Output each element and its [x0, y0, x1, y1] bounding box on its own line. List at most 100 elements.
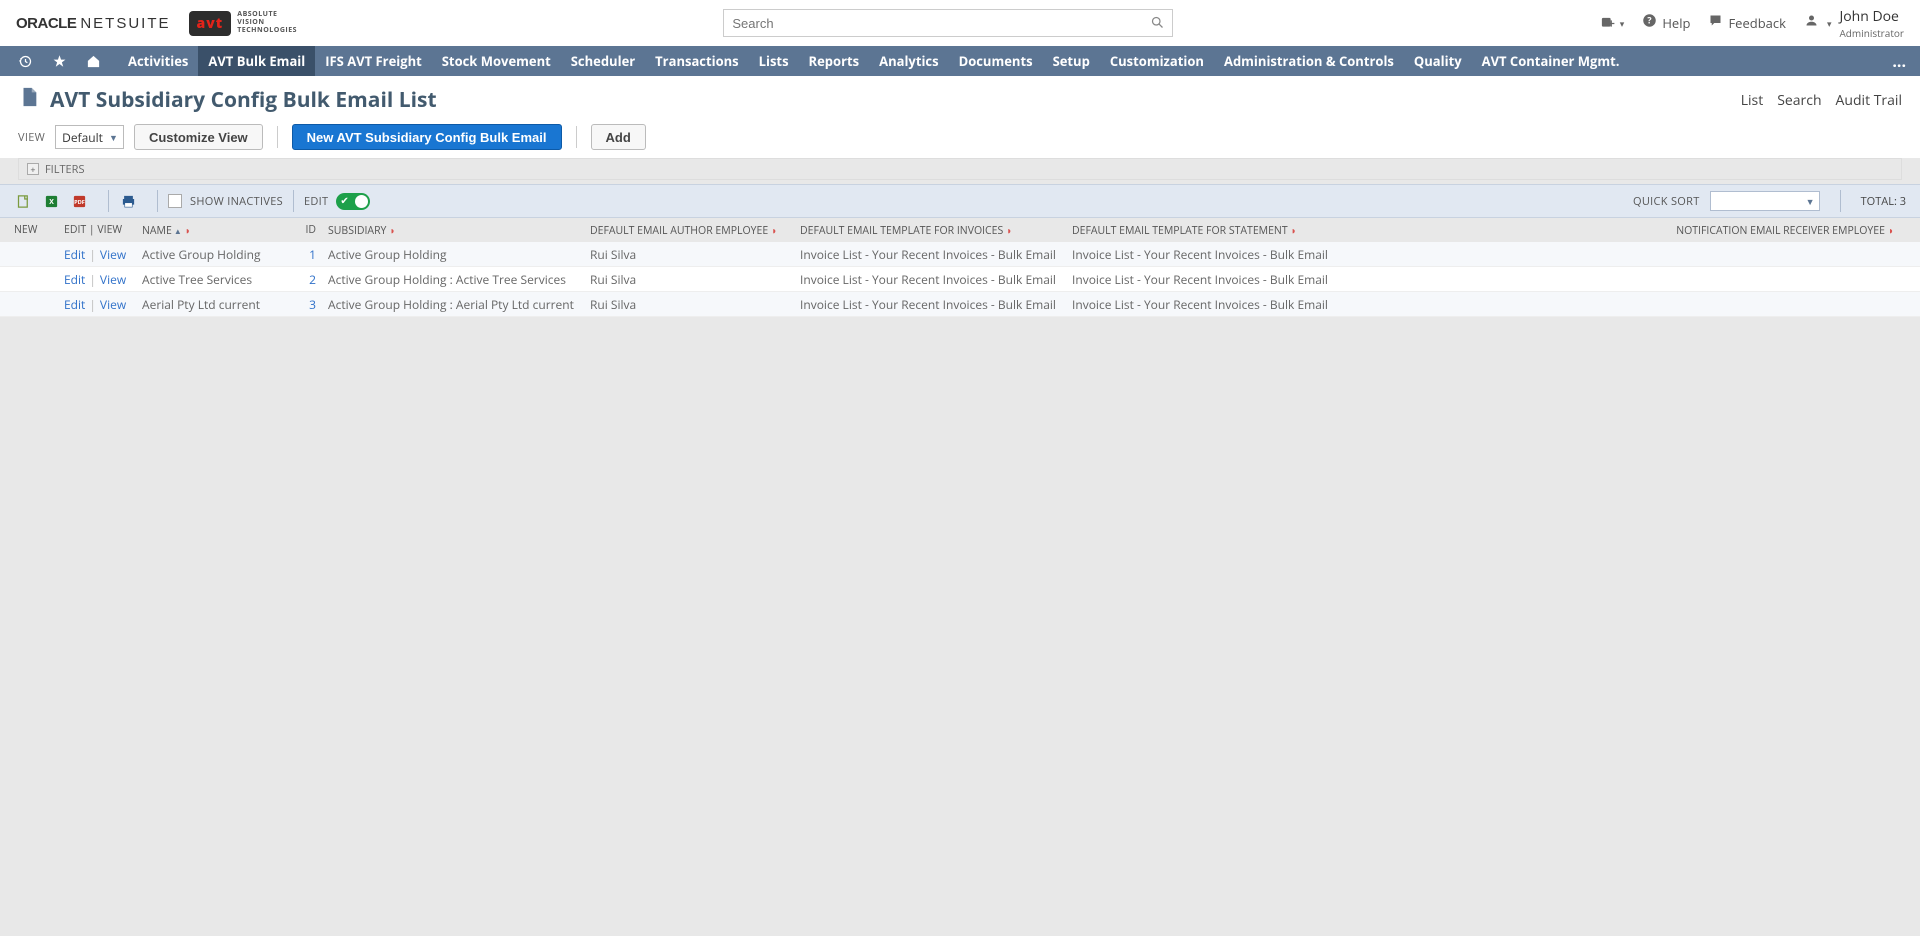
col-tmpl-statement[interactable]: DEFAULT EMAIL TEMPLATE FOR STATEMENT◗	[1072, 223, 1342, 238]
user-icon	[1804, 13, 1819, 33]
table-row: Edit|View Aerial Pty Ltd current 3 Activ…	[0, 292, 1920, 317]
nav-customization[interactable]: Customization	[1100, 46, 1214, 76]
view-link[interactable]: View	[100, 296, 126, 313]
cell-tmpl-stmt: Invoice List - Your Recent Invoices - Bu…	[1072, 246, 1342, 263]
recent-records-icon[interactable]	[8, 54, 42, 69]
cell-tmpl-stmt: Invoice List - Your Recent Invoices - Bu…	[1072, 296, 1342, 313]
page-title: AVT Subsidiary Config Bulk Email List	[50, 86, 437, 114]
col-new[interactable]: NEW	[14, 223, 64, 237]
cell-author: Rui Silva	[590, 246, 800, 263]
nav-ifs-avt-freight[interactable]: IFS AVT Freight	[315, 46, 432, 76]
page-head: AVT Subsidiary Config Bulk Email List Li…	[0, 76, 1920, 120]
show-inactives-checkbox[interactable]	[168, 194, 182, 208]
cell-subsidiary: Active Group Holding : Aerial Pty Ltd cu…	[328, 296, 590, 313]
export-excel-icon[interactable]: X	[42, 192, 60, 210]
cell-name: Active Tree Services	[142, 271, 290, 288]
cell-author: Rui Silva	[590, 296, 800, 313]
sort-asc-icon: ▲	[174, 226, 182, 237]
show-inactives-label: SHOW INACTIVES	[190, 194, 283, 209]
view-link[interactable]: View	[100, 246, 126, 263]
cell-tmpl-inv: Invoice List - Your Recent Invoices - Bu…	[800, 296, 1072, 313]
export-pdf-icon[interactable]: PDF	[70, 192, 88, 210]
col-default-author[interactable]: DEFAULT EMAIL AUTHOR EMPLOYEE◗	[590, 223, 800, 238]
home-icon[interactable]	[76, 54, 110, 69]
print-icon[interactable]	[119, 192, 137, 210]
svg-text:?: ?	[1648, 15, 1652, 27]
quick-sort-label: QUICK SORT	[1633, 194, 1700, 209]
quick-sort-select[interactable]	[1710, 191, 1820, 211]
help-link[interactable]: ? Help	[1642, 13, 1690, 33]
col-name[interactable]: NAME▲◗	[142, 223, 290, 238]
custom-field-icon: ◗	[389, 223, 395, 237]
list-toolbar: X PDF SHOW INACTIVES EDIT QUICK SORT TOT…	[0, 184, 1920, 218]
search-input[interactable]	[723, 9, 1173, 37]
nav-setup[interactable]: Setup	[1043, 46, 1100, 76]
filters-strip[interactable]: + FILTERS	[18, 158, 1902, 180]
edit-link[interactable]: Edit	[64, 296, 85, 313]
page-icon	[18, 86, 40, 114]
user-menu[interactable]: ▾ John Doe Administrator	[1804, 7, 1904, 40]
divider	[157, 190, 158, 212]
cell-id[interactable]: 3	[290, 296, 328, 313]
new-record-button[interactable]: New AVT Subsidiary Config Bulk Email	[292, 124, 562, 150]
nav-activities[interactable]: Activities	[118, 46, 198, 76]
cell-tmpl-inv: Invoice List - Your Recent Invoices - Bu…	[800, 271, 1072, 288]
col-notif-receiver[interactable]: NOTIFICATION EMAIL RECEIVER EMPLOYEE◗	[1342, 223, 1906, 238]
view-select[interactable]: Default	[55, 125, 124, 149]
create-new-icon[interactable]: ▾	[1600, 16, 1625, 31]
nav-stock-movement[interactable]: Stock Movement	[432, 46, 561, 76]
custom-field-icon: ◗	[185, 223, 191, 237]
table-row: Edit|View Active Tree Services 2 Active …	[0, 267, 1920, 292]
nav-lists[interactable]: Lists	[749, 46, 799, 76]
nav-more[interactable]: ...	[1878, 46, 1920, 76]
cell-subsidiary: Active Group Holding	[328, 246, 590, 263]
cell-tmpl-inv: Invoice List - Your Recent Invoices - Bu…	[800, 246, 1072, 263]
cell-id[interactable]: 1	[290, 246, 328, 263]
action-row: VIEW Default Customize View New AVT Subs…	[0, 120, 1920, 158]
search-icon[interactable]	[1150, 15, 1165, 35]
custom-field-icon: ◗	[1888, 223, 1894, 237]
edit-link[interactable]: Edit	[64, 271, 85, 288]
favorites-icon[interactable]	[42, 54, 76, 69]
page-link-audit-trail[interactable]: Audit Trail	[1836, 91, 1902, 110]
cell-name: Active Group Holding	[142, 246, 290, 263]
nav-documents[interactable]: Documents	[949, 46, 1043, 76]
edit-toggle[interactable]	[336, 193, 370, 210]
nav-scheduler[interactable]: Scheduler	[561, 46, 645, 76]
col-edit-view[interactable]: EDIT | VIEW	[64, 223, 142, 237]
col-id[interactable]: ID	[290, 223, 328, 237]
nav-analytics[interactable]: Analytics	[869, 46, 948, 76]
add-button[interactable]: Add	[591, 124, 646, 150]
nav-avt-bulk-email[interactable]: AVT Bulk Email	[198, 46, 315, 76]
nav-admin-controls[interactable]: Administration & Controls	[1214, 46, 1404, 76]
cell-author: Rui Silva	[590, 271, 800, 288]
expand-filters-icon[interactable]: +	[27, 163, 39, 175]
col-tmpl-invoices[interactable]: DEFAULT EMAIL TEMPLATE FOR INVOICES◗	[800, 223, 1072, 238]
page-link-list[interactable]: List	[1741, 91, 1764, 110]
edit-link[interactable]: Edit	[64, 246, 85, 263]
nav-container-mgmt[interactable]: AVT Container Mgmt.	[1472, 46, 1630, 76]
nav-quality[interactable]: Quality	[1404, 46, 1472, 76]
page-link-search[interactable]: Search	[1777, 91, 1821, 110]
nav-reports[interactable]: Reports	[799, 46, 870, 76]
svg-text:X: X	[49, 198, 54, 207]
view-label: VIEW	[18, 130, 45, 145]
export-csv-icon[interactable]	[14, 192, 32, 210]
custom-field-icon: ◗	[1291, 223, 1297, 237]
filters-label: FILTERS	[45, 162, 84, 177]
edit-label: EDIT	[304, 194, 328, 209]
cell-id[interactable]: 2	[290, 271, 328, 288]
table-row: Edit|View Active Group Holding 1 Active …	[0, 242, 1920, 267]
col-subsidiary[interactable]: SUBSIDIARY◗	[328, 223, 590, 238]
customize-view-button[interactable]: Customize View	[134, 124, 263, 150]
main-nav: Activities AVT Bulk Email IFS AVT Freigh…	[0, 46, 1920, 76]
view-link[interactable]: View	[100, 271, 126, 288]
cell-tmpl-stmt: Invoice List - Your Recent Invoices - Bu…	[1072, 271, 1342, 288]
cell-name: Aerial Pty Ltd current	[142, 296, 290, 313]
nav-transactions[interactable]: Transactions	[645, 46, 749, 76]
total-count: TOTAL: 3	[1861, 194, 1906, 209]
nav-items: Activities AVT Bulk Email IFS AVT Freigh…	[118, 46, 1630, 76]
top-header: ORACLE NETSUITE avt ABSOLUTE VISION TECH…	[0, 0, 1920, 46]
feedback-link[interactable]: Feedback	[1708, 13, 1786, 33]
custom-field-icon: ◗	[771, 223, 777, 237]
